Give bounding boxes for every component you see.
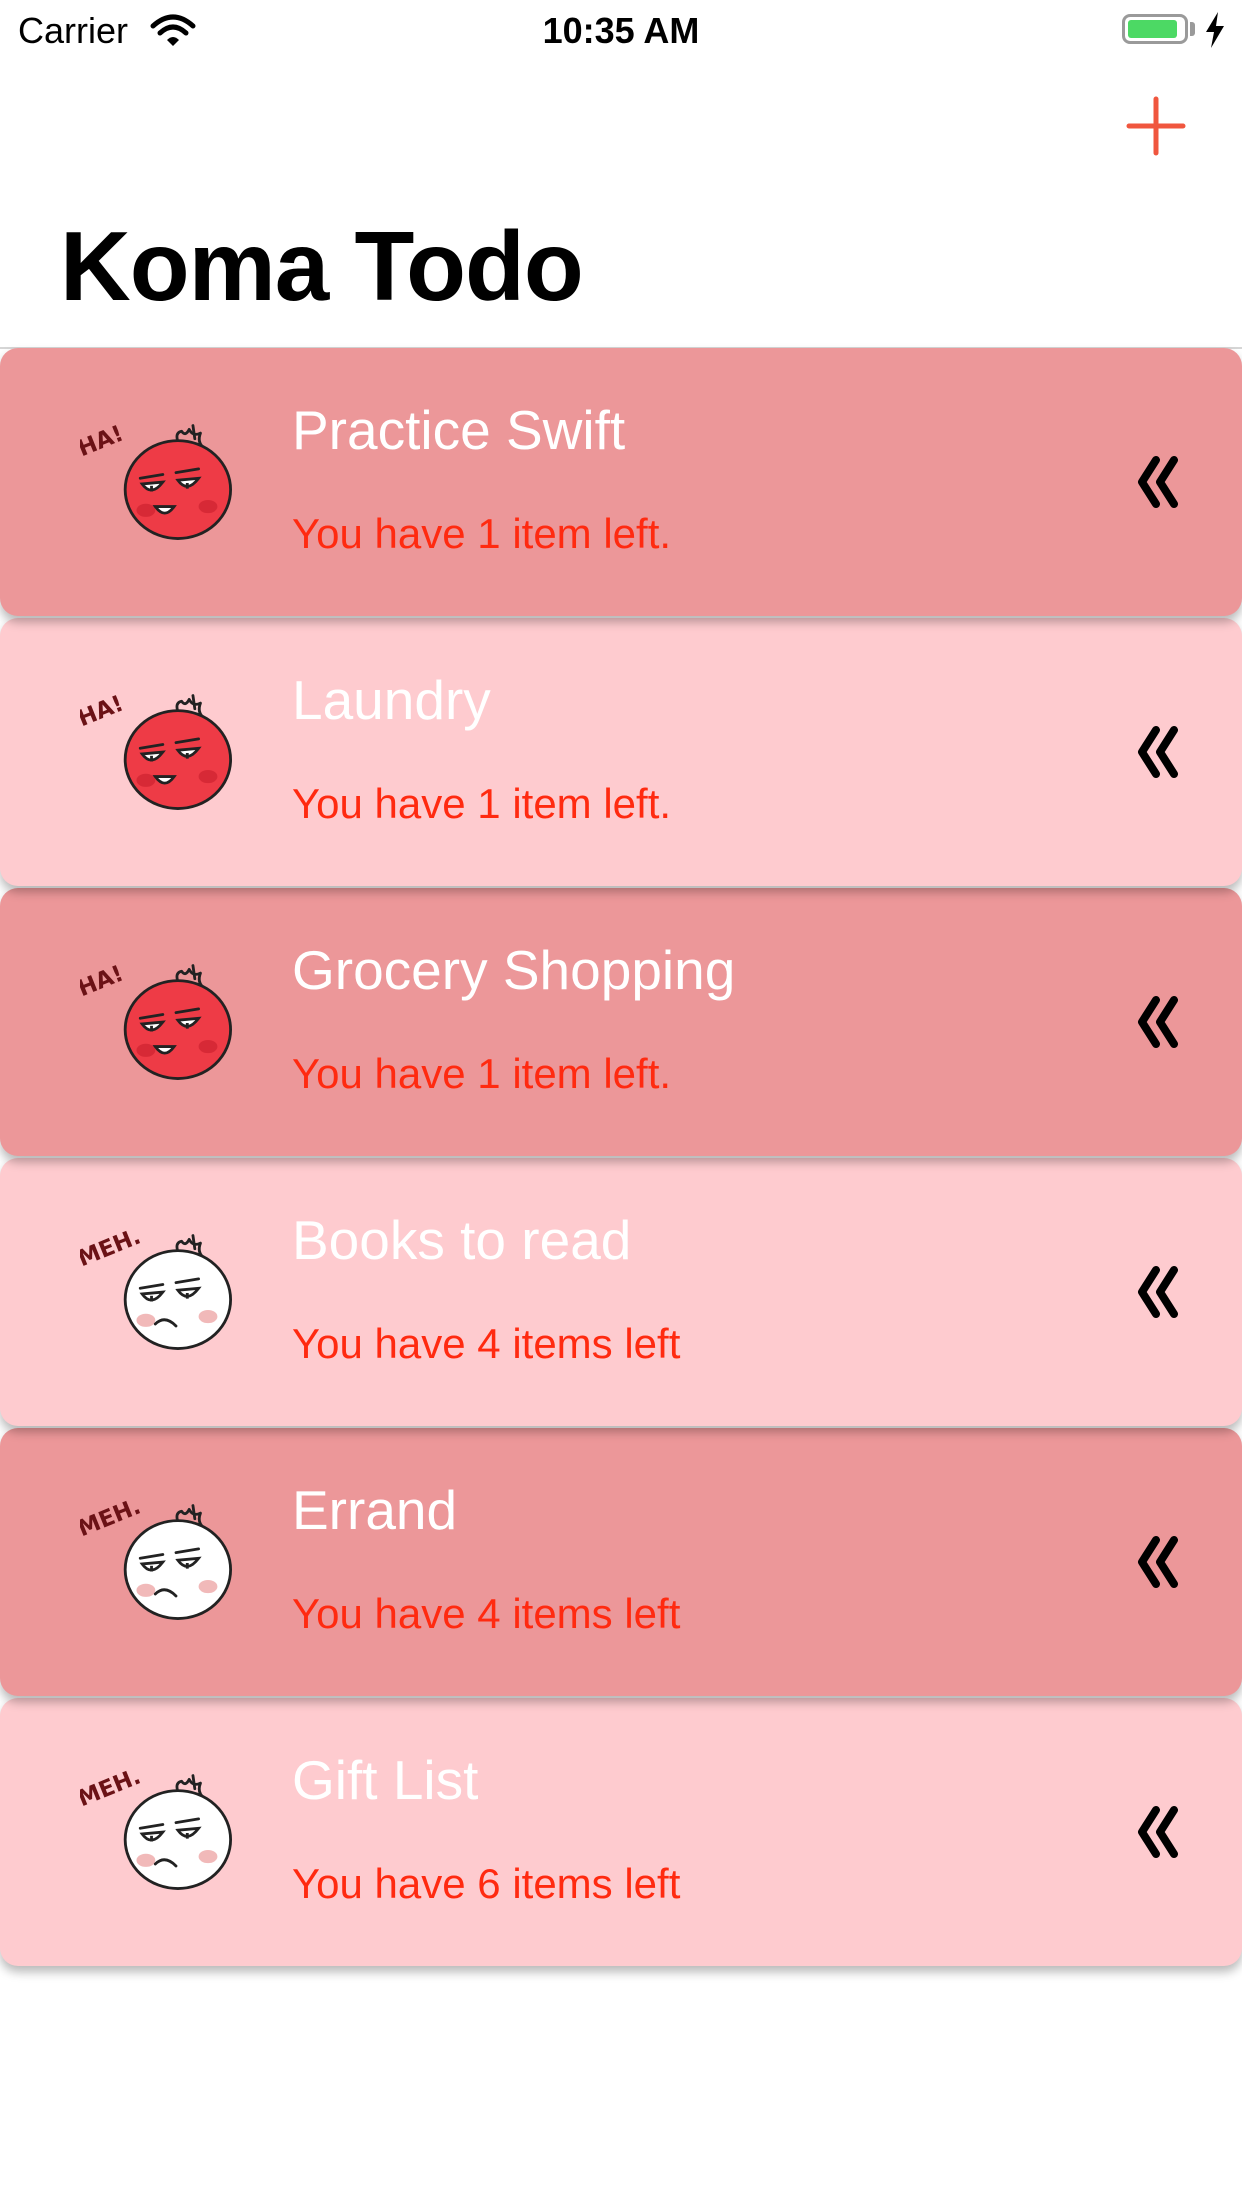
items-left-label: You have 4 items left (292, 1590, 681, 1637)
list-title: Errand (292, 1479, 458, 1541)
mood-label: HA! (80, 421, 127, 463)
double-chevron-left-icon[interactable] (1136, 722, 1178, 782)
add-list-button[interactable] (1126, 96, 1186, 156)
todo-list-card[interactable]: HA! Laundry You have 1 item left. (0, 618, 1242, 886)
tomato-meh-icon: MEH. (80, 1494, 232, 1620)
todo-list-card[interactable]: MEH. Gift List You have 6 items left (0, 1698, 1242, 1966)
list-title: Laundry (292, 669, 491, 731)
list-title: Gift List (292, 1749, 479, 1811)
items-left-label: You have 1 item left. (292, 510, 672, 557)
mood-label: MEH. (80, 1764, 145, 1813)
mood-label: HA! (80, 961, 127, 1003)
mood-label: MEH. (80, 1224, 145, 1273)
double-chevron-left-icon[interactable] (1136, 452, 1178, 512)
items-left-label: You have 4 items left (292, 1320, 681, 1367)
plus-icon (1126, 96, 1186, 156)
double-chevron-left-icon[interactable] (1136, 1262, 1178, 1322)
page-title: Koma Todo (60, 211, 584, 321)
mood-label: HA! (80, 691, 127, 733)
charging-bolt-icon (1206, 12, 1224, 48)
double-chevron-left-icon[interactable] (1136, 1802, 1178, 1862)
items-left-label: You have 1 item left. (292, 780, 672, 827)
double-chevron-left-icon[interactable] (1136, 992, 1178, 1052)
todo-list-card[interactable]: HA! Practice Swift You have 1 item left. (0, 348, 1242, 616)
double-chevron-left-icon[interactable] (1136, 1532, 1178, 1592)
tomato-meh-icon: MEH. (80, 1764, 232, 1890)
tomato-meh-icon: MEH. (80, 1224, 232, 1350)
tomato-ha-icon: HA! (80, 961, 232, 1080)
items-left-label: You have 6 items left (292, 1860, 681, 1907)
todo-list-card[interactable]: MEH. Books to read You have 4 items left (0, 1158, 1242, 1426)
todo-list-card[interactable]: MEH. Errand You have 4 items left (0, 1428, 1242, 1696)
list-title: Books to read (292, 1209, 632, 1271)
status-bar: Carrier 10:35 AM (0, 0, 1242, 62)
battery-level (1128, 20, 1177, 38)
tomato-ha-icon: HA! (80, 421, 232, 540)
mood-label: MEH. (80, 1494, 145, 1543)
list-title: Grocery Shopping (292, 939, 736, 1001)
battery-nub (1190, 22, 1195, 36)
list-title: Practice Swift (292, 399, 626, 461)
status-time: 10:35 AM (542, 10, 700, 51)
tomato-ha-icon: HA! (80, 691, 232, 810)
items-left-label: You have 1 item left. (292, 1050, 672, 1097)
battery-icon (1122, 14, 1188, 44)
todo-list-card[interactable]: HA! Grocery Shopping You have 1 item left. (0, 888, 1242, 1156)
